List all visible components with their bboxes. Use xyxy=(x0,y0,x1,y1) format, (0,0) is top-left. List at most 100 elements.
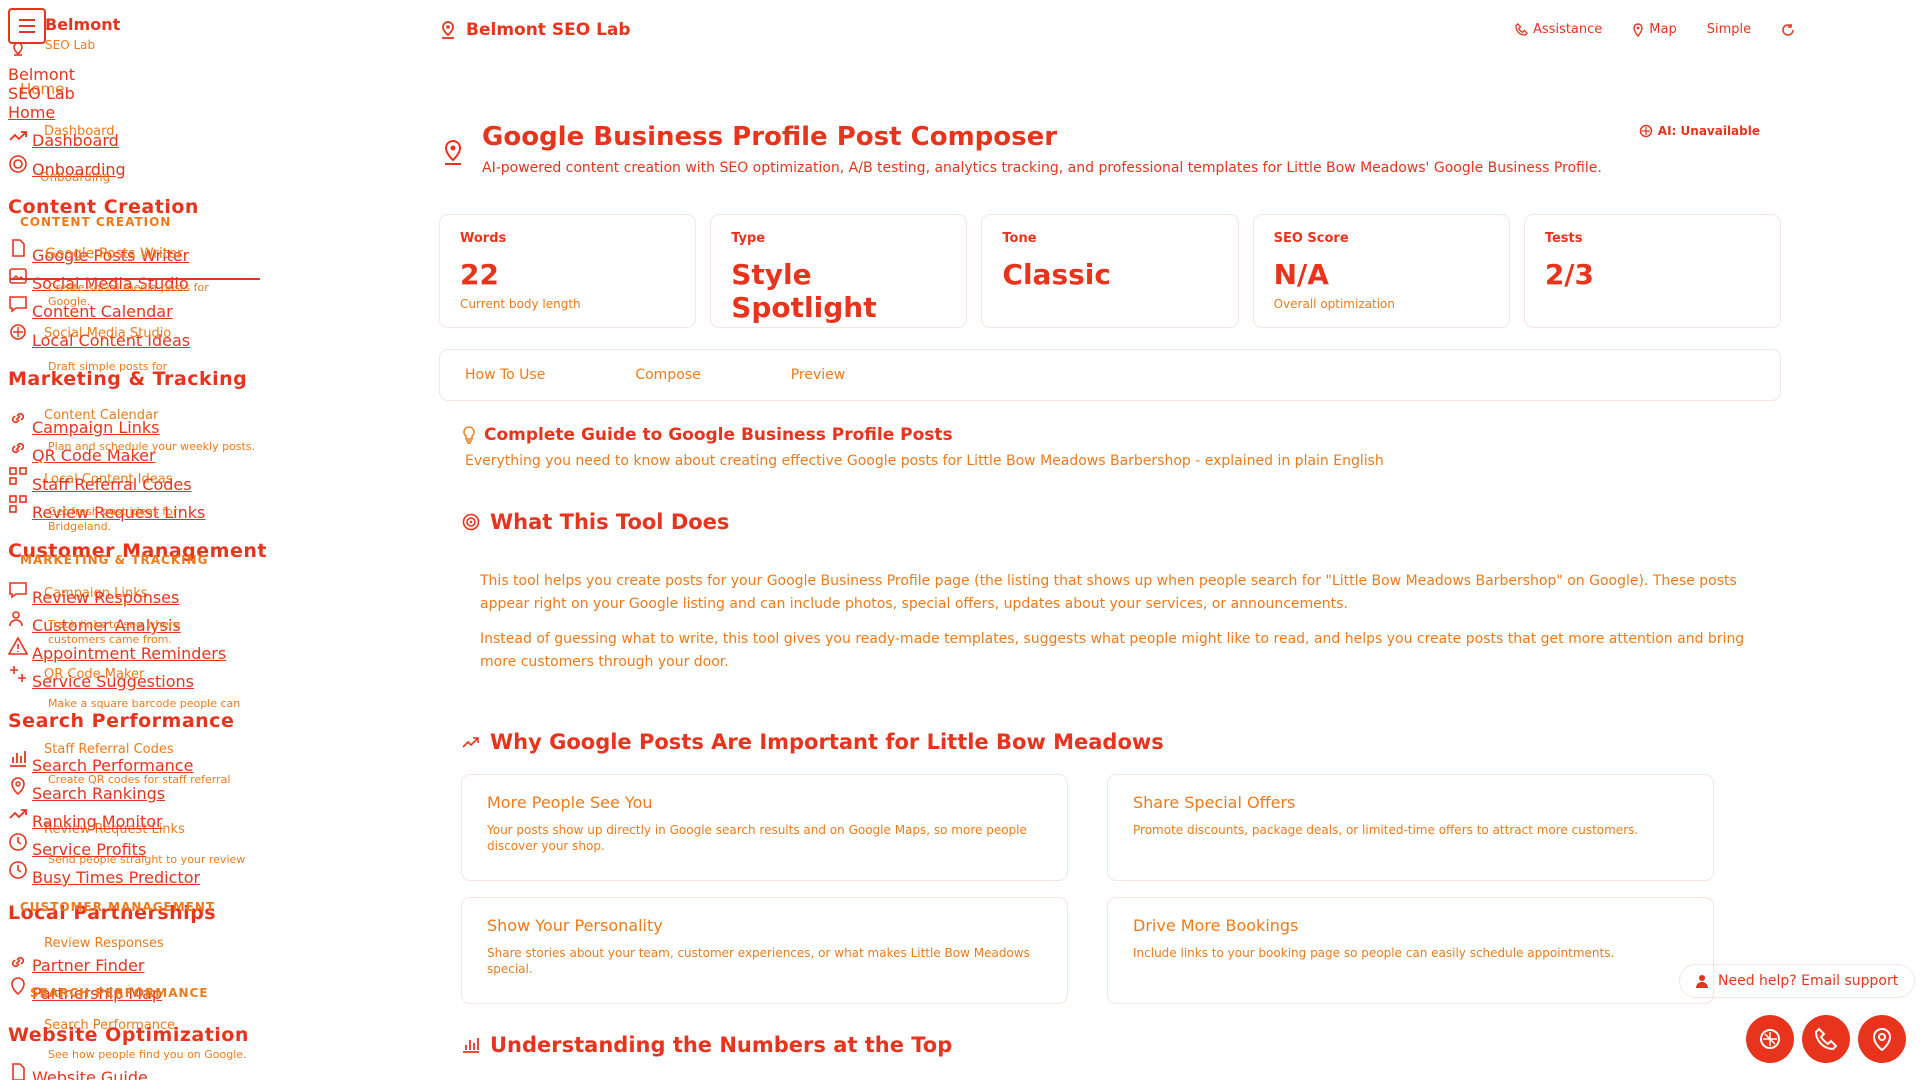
nav-home-link[interactable]: Home xyxy=(8,103,55,122)
stat-value: 22 xyxy=(460,258,499,291)
location-fab[interactable] xyxy=(1858,1015,1906,1063)
bar-chart-icon xyxy=(10,751,26,767)
stat-label: Tests xyxy=(1544,231,1583,246)
benefit-card: Drive More Bookings Include links to you… xyxy=(1108,898,1713,1003)
assistance-button[interactable]: Assistance xyxy=(1515,22,1602,37)
help-email-link[interactable]: Need help? Email support xyxy=(1680,965,1914,997)
stat-label: Words xyxy=(460,231,507,246)
section-website: Website Optimization xyxy=(8,1024,249,1046)
map-icon xyxy=(11,977,25,996)
nav-staff-referral-codes[interactable]: Staff Referral Codes xyxy=(32,475,192,494)
qr-desc: Make a square barcode people can xyxy=(48,697,241,710)
what-tool-does-heading: What This Tool Does xyxy=(462,510,729,534)
ai-status-badge: AI: Unavailable xyxy=(1639,124,1760,138)
nav-content-calendar[interactable]: Content Calendar xyxy=(32,302,173,321)
app-title-text: Belmont SEO Lab xyxy=(466,20,631,40)
nav-appointment-reminders[interactable]: Appointment Reminders xyxy=(32,644,226,663)
image-icon xyxy=(9,268,27,284)
clock-icon xyxy=(9,833,27,851)
clock-alt-icon xyxy=(9,861,27,879)
simple-toggle[interactable]: Simple xyxy=(1707,22,1751,37)
nav-dashboard-link[interactable]: Dashboard xyxy=(32,131,119,150)
menu-toggle-button[interactable] xyxy=(8,8,46,44)
qr-icon xyxy=(9,467,27,485)
track-desc: Track links to see where xyxy=(48,618,181,631)
stat-value: Style Spotlight xyxy=(731,258,877,324)
location-pin-icon xyxy=(13,42,23,56)
map-pin-icon xyxy=(1633,22,1643,37)
tab-how-to-use[interactable]: How To Use xyxy=(465,367,545,383)
brand-sub: SEO Lab xyxy=(45,38,96,52)
top-actions: Assistance Map Simple xyxy=(1515,22,1795,37)
app-title[interactable]: Belmont SEO Lab xyxy=(440,20,631,40)
stat-value: N/A xyxy=(1273,258,1329,291)
google-posts-writer-ghost: Google Posts Writer xyxy=(45,246,183,262)
message-icon xyxy=(9,582,27,599)
nav-website-guide[interactable]: Website Guide xyxy=(32,1068,148,1080)
nav-service-suggestions[interactable]: Service Suggestions xyxy=(32,672,194,691)
map-label: Map xyxy=(1649,22,1677,37)
guide-title-text: Complete Guide to Google Business Profil… xyxy=(484,425,953,445)
staff-ghost: Staff Referral Codes xyxy=(44,742,174,757)
benefit-text: Promote discounts, package deals, or lim… xyxy=(1133,823,1639,837)
send-desc: Send people straight to your review xyxy=(48,853,246,866)
section-customer-small: CUSTOMER MANAGEMENT xyxy=(20,900,216,914)
brand-line2: SEO Lab xyxy=(8,84,75,103)
refresh-button[interactable] xyxy=(1781,23,1795,37)
stat-label: Type xyxy=(731,231,766,246)
benefit-card: Share Special Offers Promote discounts, … xyxy=(1108,775,1713,880)
benefit-title: Share Special Offers xyxy=(1133,793,1296,812)
top-bar: Belmont SEO Lab Assistance Map Simple xyxy=(280,0,1920,64)
brand-name: Belmont xyxy=(45,15,121,34)
lightbulb-icon xyxy=(463,426,475,444)
nav-qr-code-maker[interactable]: QR Code Maker xyxy=(32,446,156,465)
section-search: Search Performance xyxy=(8,710,235,732)
stats-row: Words 22 Current body length Type Style … xyxy=(440,215,1780,327)
tab-bar: How To Use Compose Preview xyxy=(440,350,1780,400)
onboarding-ghost: Onboarding xyxy=(40,170,111,184)
nav-campaign-links[interactable]: Campaign Links xyxy=(32,418,159,437)
help-label: Need help? Email support xyxy=(1718,973,1899,989)
phone-icon xyxy=(1515,23,1528,36)
map-pin-icon xyxy=(11,777,25,796)
nav-busy-times-predictor[interactable]: Busy Times Predictor xyxy=(32,868,200,887)
sidebar: Belmont SEO Lab Belmont Home SEO Lab Hom… xyxy=(0,0,280,1080)
chat-icon xyxy=(9,296,27,313)
trending-up-icon xyxy=(462,737,479,748)
document-icon xyxy=(12,239,25,257)
map-button[interactable]: Map xyxy=(1632,22,1677,37)
tab-compose[interactable]: Compose xyxy=(635,367,700,383)
stat-card-type: Type Style Spotlight xyxy=(711,215,966,327)
section-content-creation-small: CONTENT CREATION xyxy=(20,215,172,229)
stat-value: 2/3 xyxy=(1544,258,1595,291)
stat-card-tests: Tests 2/3 xyxy=(1525,215,1780,327)
benefit-title: More People See You xyxy=(487,793,653,812)
ai-assistant-fab[interactable] xyxy=(1746,1015,1794,1063)
benefit-title: Show Your Personality xyxy=(487,916,663,935)
sparkle-icon xyxy=(10,324,26,340)
ai-status-text: AI: Unavailable xyxy=(1657,124,1760,138)
benefit-title: Drive More Bookings xyxy=(1133,916,1299,935)
section-marketing: Marketing & Tracking xyxy=(8,368,248,390)
benefit-text: Your posts show up directly in Google se… xyxy=(487,823,1027,853)
trending-up-icon xyxy=(9,131,27,141)
call-fab[interactable] xyxy=(1802,1015,1850,1063)
assistance-label: Assistance xyxy=(1533,22,1603,37)
numbers-title: Understanding the Numbers at the Top xyxy=(490,1033,953,1057)
nav-search-rankings[interactable]: Search Rankings xyxy=(32,784,165,803)
qr-alt-icon xyxy=(9,495,27,513)
stat-card-seo-score: SEO Score N/A Overall optimization xyxy=(1254,215,1509,327)
page-subtitle: AI-powered content creation with SEO opt… xyxy=(482,160,1602,176)
guide-title: Complete Guide to Google Business Profil… xyxy=(462,425,953,445)
tab-preview[interactable]: Preview xyxy=(791,367,846,383)
nav-review-responses[interactable]: Review Responses xyxy=(32,588,179,607)
stat-card-tone: Tone Classic xyxy=(982,215,1237,327)
social-desc: Create social media posts for xyxy=(48,281,209,294)
trend-icon xyxy=(9,809,27,819)
social-ghost: Social Media Studio xyxy=(44,326,172,341)
ideas-desc2: Bridgeland. xyxy=(48,520,112,533)
nav-ranking-monitor[interactable]: Ranking Monitor xyxy=(32,812,163,831)
bar-chart-icon xyxy=(463,1038,479,1053)
nav-partner-finder[interactable]: Partner Finder xyxy=(32,956,144,975)
phone-icon xyxy=(1814,1027,1838,1051)
